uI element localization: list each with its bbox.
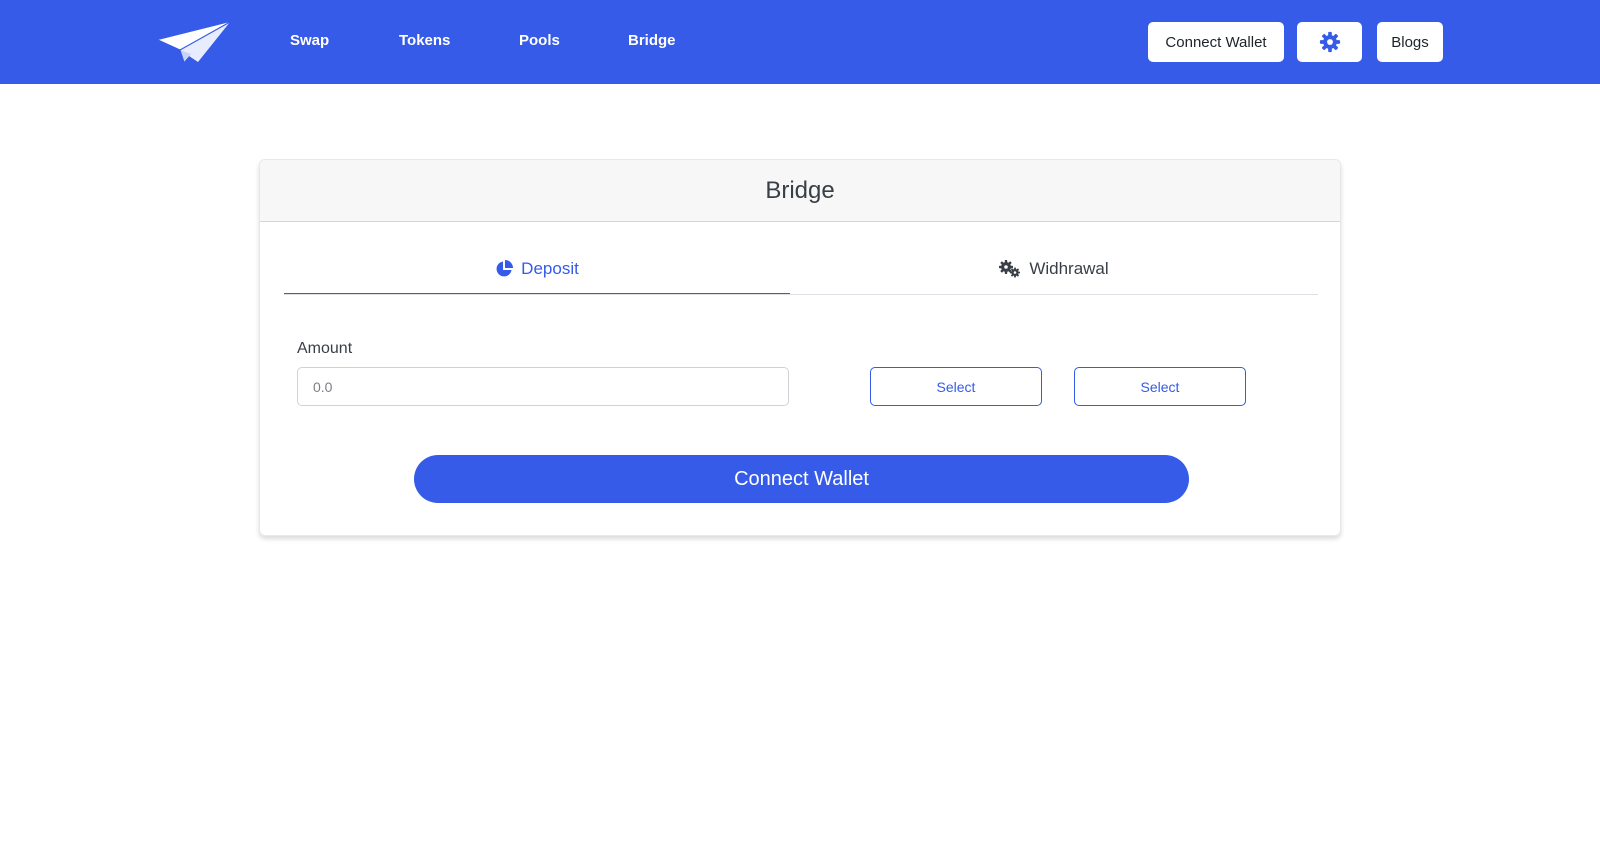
tab-deposit-label: Deposit: [521, 258, 579, 278]
settings-button[interactable]: [1297, 22, 1362, 62]
connect-wallet-nav-button[interactable]: Connect Wallet: [1148, 22, 1284, 62]
amount-input[interactable]: [297, 367, 789, 406]
nav-link-bridge[interactable]: Bridge: [628, 32, 676, 49]
card-title: Bridge: [260, 160, 1340, 222]
cogs-icon: [999, 260, 1021, 278]
nav-link-tokens[interactable]: Tokens: [399, 32, 450, 49]
select-from-button[interactable]: Select: [870, 367, 1042, 406]
connect-wallet-button[interactable]: Connect Wallet: [414, 455, 1189, 503]
select-to-button[interactable]: Select: [1074, 367, 1246, 406]
bridge-card: Bridge Deposit Widhrawal Amount 0.0 Sele…: [259, 159, 1341, 536]
tab-widhrawal-label: Widhrawal: [1029, 259, 1109, 278]
top-navbar: Swap Tokens Pools Bridge Connect Wallet: [0, 0, 1600, 84]
nav-link-pools[interactable]: Pools: [519, 32, 560, 49]
tabs-divider: [284, 294, 1318, 295]
blogs-button[interactable]: Blogs: [1377, 22, 1443, 62]
pie-chart-icon: [495, 259, 514, 278]
amount-label: Amount: [297, 340, 353, 357]
paper-plane-icon[interactable]: [157, 20, 232, 64]
gear-icon: [1319, 31, 1341, 53]
tab-deposit[interactable]: Deposit: [284, 244, 790, 295]
nav-link-swap[interactable]: Swap: [290, 32, 329, 49]
tab-widhrawal[interactable]: Widhrawal: [790, 244, 1318, 294]
